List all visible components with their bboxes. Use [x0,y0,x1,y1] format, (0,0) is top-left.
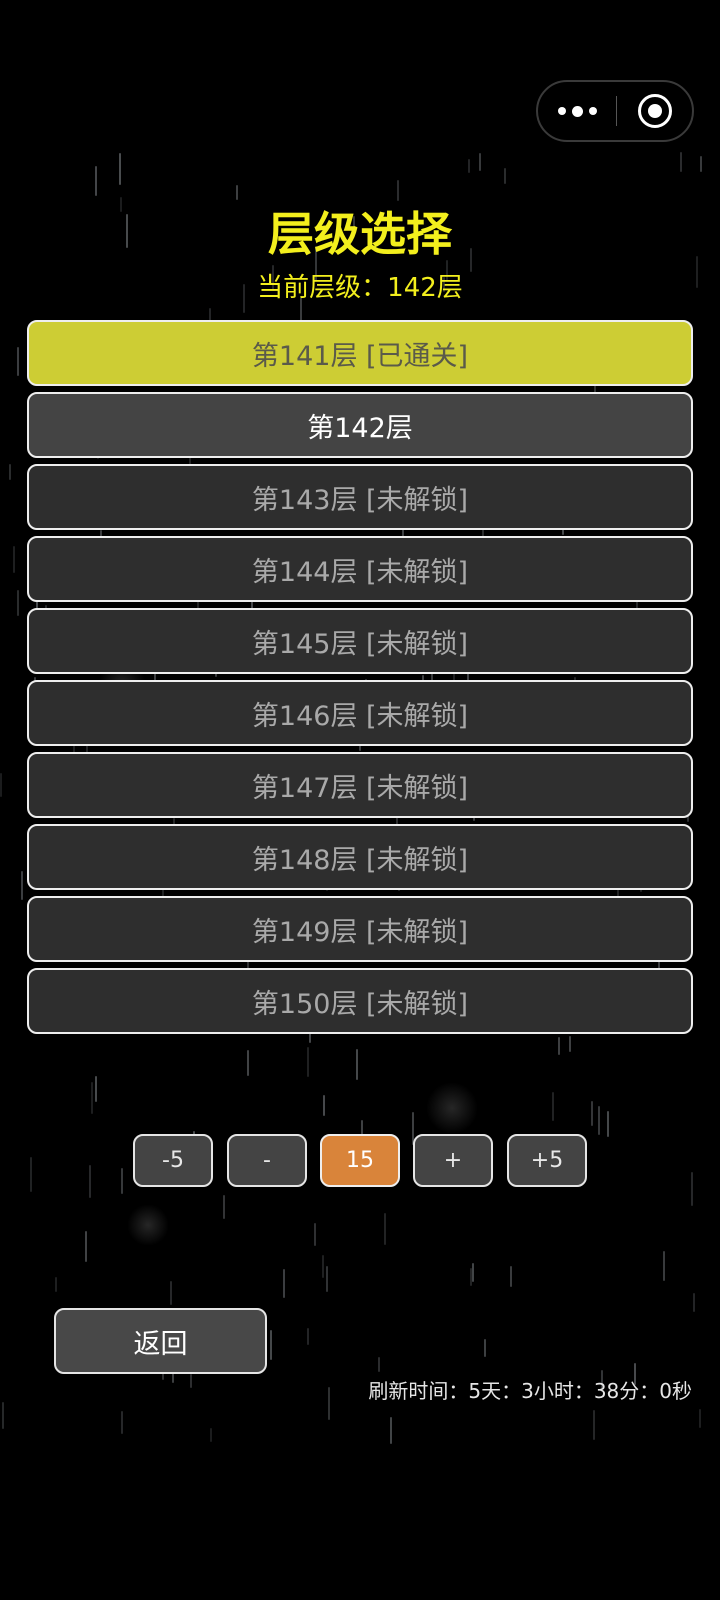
level-item-142[interactable]: 第142层 [27,392,693,458]
mini-program-capsule [536,80,694,142]
more-dots-icon[interactable] [538,82,616,140]
page-plus-1-button[interactable]: + [413,1134,493,1187]
refresh-timer: 刷新时间：5天：3小时：38分：0秒 [368,1379,692,1403]
level-item-143[interactable]: 第143层 [未解锁] [27,464,693,530]
page-title: 层级选择 [268,207,452,261]
rain-streak [17,347,19,376]
rain-streak [328,1387,330,1420]
rain-streak [663,1251,665,1281]
rain-blur-spot [127,1204,169,1246]
rain-streak [326,1266,328,1292]
page-minus-5-button[interactable]: -5 [133,1134,213,1187]
rain-streak [484,1339,486,1357]
rain-streak [89,1165,91,1198]
rain-streak [21,871,23,900]
rain-streak [121,1168,123,1194]
rain-streak [91,1082,93,1114]
rain-streak [504,168,506,184]
screen: 层级选择 当前层级：142层 第141层 [已通关] 第142层 第143层 [… [0,0,720,1600]
rain-streak [95,1076,97,1102]
current-page-button[interactable]: 15 [320,1134,400,1187]
rain-streak [170,1281,172,1305]
rain-streak [323,1095,325,1116]
level-item-148[interactable]: 第148层 [未解锁] [27,824,693,890]
rain-streak [314,1223,316,1246]
rain-streak [119,153,121,185]
rain-streak [472,1263,474,1282]
rain-streak [378,1357,380,1372]
page-plus-5-button[interactable]: +5 [507,1134,587,1187]
rain-streak [693,1293,695,1312]
rain-streak [356,1049,358,1080]
rain-streak [307,1328,309,1345]
rain-streak [95,166,97,196]
rain-streak [0,773,2,797]
rain-streak [468,159,470,173]
rain-streak [270,1330,272,1360]
rain-streak [283,1269,285,1298]
rain-streak [223,1195,225,1219]
rain-streak [9,464,11,480]
rain-streak [699,1409,701,1428]
rain-streak [322,1255,324,1278]
level-item-146[interactable]: 第146层 [未解锁] [27,680,693,746]
rain-streak [307,1047,309,1077]
rain-streak [55,1277,57,1292]
rain-streak [593,1410,595,1440]
rain-streak [236,185,238,200]
rain-streak [390,1417,392,1444]
level-item-141[interactable]: 第141层 [已通关] [27,320,693,386]
rain-streak [30,1157,32,1192]
level-item-150[interactable]: 第150层 [未解锁] [27,968,693,1034]
rain-streak [17,590,19,616]
rain-streak [591,1101,593,1126]
rain-streak [121,1411,123,1434]
rain-streak [85,1231,87,1262]
page-minus-1-button[interactable]: - [227,1134,307,1187]
level-item-149[interactable]: 第149层 [未解锁] [27,896,693,962]
rain-streak [552,1092,554,1121]
level-item-147[interactable]: 第147层 [未解锁] [27,752,693,818]
rain-streak [479,153,481,171]
rain-streak [247,1050,249,1076]
rain-streak [598,1106,600,1135]
rain-streak [190,1374,192,1388]
rain-streak [470,1268,472,1286]
level-item-144[interactable]: 第144层 [未解锁] [27,536,693,602]
rain-streak [680,152,682,172]
rain-streak [13,546,15,573]
target-circle-icon[interactable] [638,94,672,128]
rain-streak [691,1172,693,1206]
rain-streak [397,180,399,201]
current-level-text: 当前层级：142层 [257,273,463,303]
rain-streak [2,1402,4,1429]
level-item-145[interactable]: 第145层 [未解锁] [27,608,693,674]
rain-streak [558,1037,560,1055]
rain-streak [607,1111,609,1137]
rain-streak [384,1213,386,1245]
rain-streak [510,1266,512,1287]
rain-streak [210,1428,212,1442]
rain-streak [700,156,702,172]
back-button[interactable]: 返回 [54,1308,267,1374]
rain-streak [569,1036,571,1052]
rain-blur-spot [426,1082,478,1134]
capsule-divider [616,96,617,126]
